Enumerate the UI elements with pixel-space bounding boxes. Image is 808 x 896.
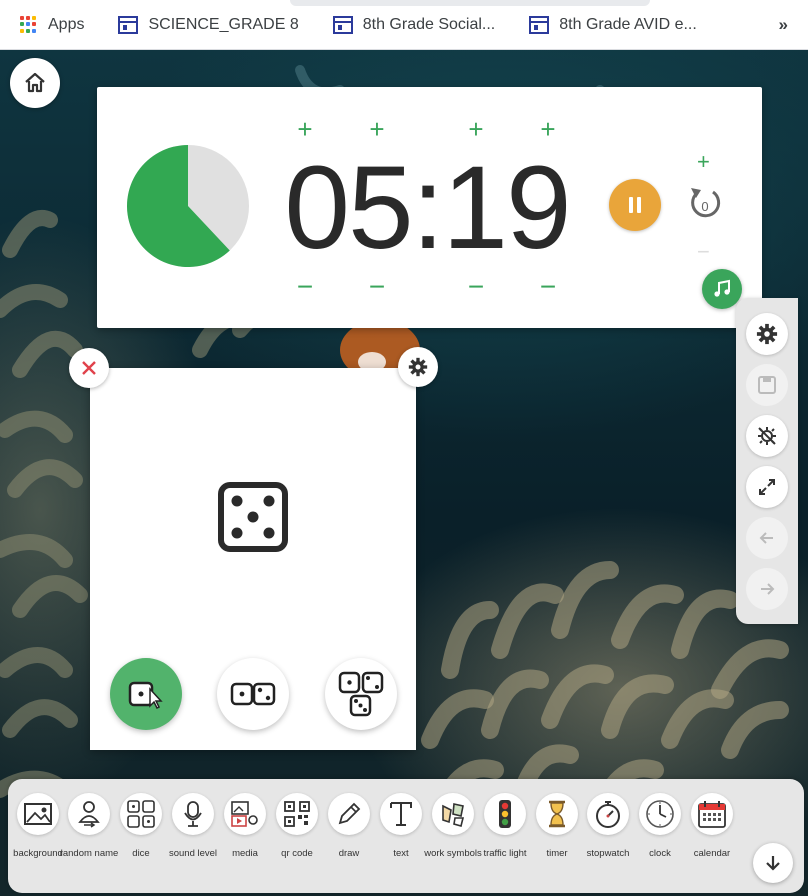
music-note-icon: [714, 279, 730, 297]
traffic-light-icon: [484, 793, 526, 835]
bookmark-label: 8th Grade AVID e...: [559, 15, 697, 33]
gear-icon: [408, 357, 428, 377]
save-icon: [758, 376, 776, 394]
hourglass-icon: [536, 793, 578, 835]
bookmark-label: 8th Grade Social...: [362, 15, 496, 33]
timer-progress-pie: [127, 145, 249, 267]
down-arrow-icon: [766, 856, 780, 871]
pause-icon: [629, 197, 633, 213]
collapse-toolbar-button[interactable]: [753, 843, 793, 883]
pencil-icon: [328, 793, 370, 835]
background-icon: [17, 793, 59, 835]
more-bookmarks-button[interactable]: »: [779, 15, 789, 35]
hide-widgets-button[interactable]: [746, 415, 788, 457]
one-die-icon: [128, 681, 163, 709]
settings-button[interactable]: [746, 313, 788, 355]
two-dice-option[interactable]: [217, 658, 289, 730]
bookmark-apps[interactable]: Apps: [20, 15, 85, 34]
three-dice-option[interactable]: [325, 658, 397, 730]
random-name-icon: [68, 793, 110, 835]
seconds-tens-decrease-button[interactable]: −: [466, 273, 486, 301]
dice-icon: [120, 793, 162, 835]
site-icon: [529, 15, 550, 34]
minutes-tens-decrease-button[interactable]: −: [295, 273, 315, 301]
forward-button[interactable]: [746, 568, 788, 610]
calendar-icon: [691, 793, 733, 835]
dice-settings-button[interactable]: [398, 347, 438, 387]
close-dice-button[interactable]: [69, 348, 109, 388]
bookmarks-bar: Apps SCIENCE_GRADE 8 8th Grade Social...…: [0, 0, 808, 50]
gear-icon: [756, 323, 778, 345]
fullscreen-button[interactable]: [746, 466, 788, 508]
die-face-five-icon[interactable]: [218, 482, 288, 552]
bookmark-label: Apps: [48, 15, 85, 33]
forward-arrow-icon: [761, 583, 775, 595]
fullscreen-icon: [759, 479, 775, 495]
site-icon: [118, 15, 139, 34]
tool-calendar[interactable]: calendar: [682, 793, 742, 860]
clock-icon: [639, 793, 681, 835]
apps-grid-icon: [20, 15, 38, 34]
close-icon: [82, 361, 96, 375]
save-button[interactable]: [746, 364, 788, 406]
home-button[interactable]: [10, 58, 60, 108]
reset-decrease-button[interactable]: −: [697, 239, 710, 265]
back-button[interactable]: [746, 517, 788, 559]
seconds-tens-increase-button[interactable]: +: [466, 116, 486, 142]
bookmark-social-studies[interactable]: 8th Grade Social...: [332, 15, 496, 34]
microphone-icon: [172, 793, 214, 835]
bookmark-avid[interactable]: 8th Grade AVID e...: [529, 15, 697, 34]
three-dice-icon: [338, 671, 384, 717]
seconds-ones-decrease-button[interactable]: −: [538, 273, 558, 301]
stopwatch-icon: [587, 793, 629, 835]
back-arrow-icon: [759, 532, 773, 544]
reset-icon[interactable]: 0: [687, 183, 723, 223]
timer-widget: + + + + 05:19 − − − − + 0 −: [97, 87, 762, 328]
minutes-ones-increase-button[interactable]: +: [367, 116, 387, 142]
qr-code-icon: [276, 793, 318, 835]
seconds-ones-increase-button[interactable]: +: [538, 116, 558, 142]
pause-button[interactable]: [609, 179, 661, 231]
bookmark-label: SCIENCE_GRADE 8: [148, 15, 299, 33]
text-icon: [380, 793, 422, 835]
media-icon: [224, 793, 266, 835]
home-icon: [25, 72, 45, 93]
hide-icon: [758, 427, 776, 445]
reset-increase-button[interactable]: +: [697, 149, 710, 175]
reset-count: 0: [701, 199, 708, 214]
two-dice-icon: [230, 682, 276, 706]
minutes-ones-decrease-button[interactable]: −: [367, 273, 387, 301]
dice-widget: [90, 368, 416, 750]
tool-label: calendar: [693, 848, 731, 859]
minutes-tens-increase-button[interactable]: +: [295, 116, 315, 142]
widget-toolbar: background random name dice sound level …: [8, 779, 804, 893]
work-symbols-icon: [432, 793, 474, 835]
timer-display[interactable]: 05:19: [267, 143, 587, 273]
one-die-option[interactable]: [110, 658, 182, 730]
site-icon: [332, 15, 353, 34]
bookmark-science-grade-8[interactable]: SCIENCE_GRADE 8: [118, 15, 299, 34]
right-toolbar: [736, 298, 798, 624]
music-button[interactable]: [702, 269, 742, 309]
